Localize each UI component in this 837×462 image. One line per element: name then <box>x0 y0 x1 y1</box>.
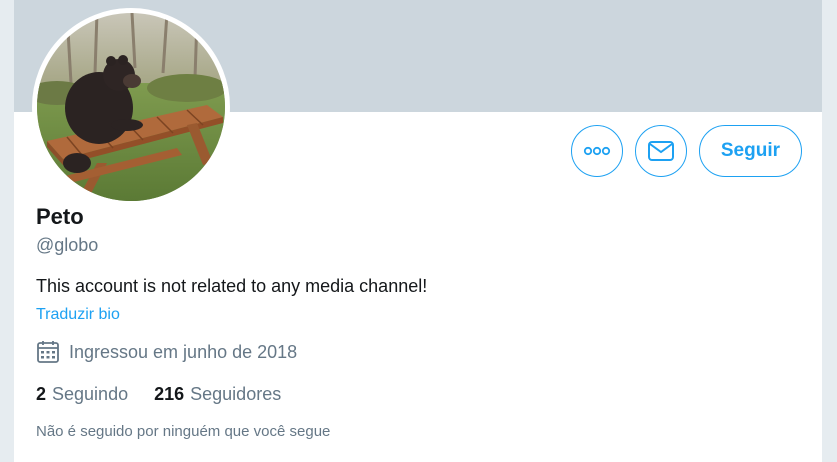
profile-name: Peto <box>36 204 84 229</box>
following-count: 2 <box>36 384 47 404</box>
calendar-icon <box>37 341 59 363</box>
profile-actions: Seguir <box>570 125 802 177</box>
follow-button[interactable]: Seguir <box>698 125 802 177</box>
following-label: Seguindo <box>52 384 129 404</box>
profile-card: Seguir Peto @globo This account is not r… <box>14 0 822 462</box>
envelope-icon <box>647 141 674 161</box>
profile-bio: This account is not related to any media… <box>36 276 428 296</box>
more-dots-icon <box>583 146 610 156</box>
more-options-button[interactable] <box>570 125 623 177</box>
joined-text: Ingressou em junho de 2018 <box>69 342 298 362</box>
joined-date: Ingressou em junho de 2018 <box>36 340 796 364</box>
profile-info: Peto @globo This account is not related … <box>36 200 796 442</box>
message-button[interactable] <box>634 125 687 177</box>
followed-by-note: Não é seguido por ninguém que você segue <box>36 423 331 440</box>
followers-label: Seguidores <box>190 384 282 404</box>
following-link[interactable]: 2 Seguindo <box>36 382 128 406</box>
avatar[interactable] <box>32 8 230 206</box>
followers-link[interactable]: 216 Seguidores <box>154 382 281 406</box>
profile-stats: 2 Seguindo 216 Seguidores <box>36 382 796 406</box>
translate-bio-link[interactable]: Traduzir bio <box>36 305 120 325</box>
profile-page: Seguir Peto @globo This account is not r… <box>0 0 837 462</box>
profile-handle: @globo <box>36 235 99 255</box>
followers-count: 216 <box>154 384 185 404</box>
avatar-image <box>37 13 225 201</box>
